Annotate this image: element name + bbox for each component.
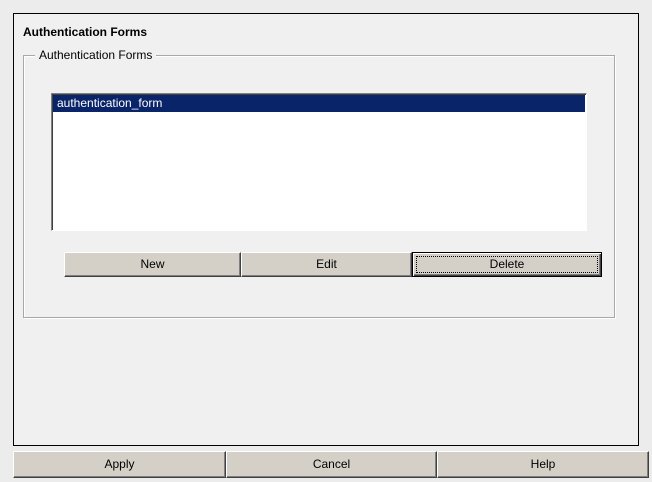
apply-button-label: Apply: [104, 457, 135, 471]
list-item-label: authentication_form: [57, 96, 163, 110]
groupbox-legend: Authentication Forms: [35, 48, 157, 62]
delete-button-label: Delete: [489, 257, 525, 271]
edit-button[interactable]: Edit: [241, 252, 412, 277]
page-title: Authentication Forms: [23, 25, 148, 39]
delete-button[interactable]: Delete: [412, 252, 602, 277]
apply-button[interactable]: Apply: [13, 451, 226, 478]
new-button[interactable]: New: [64, 252, 241, 277]
cancel-button[interactable]: Cancel: [226, 451, 437, 478]
new-button-label: New: [140, 257, 165, 271]
authentication-forms-list[interactable]: authentication_form: [51, 93, 587, 231]
list-item-authentication-form[interactable]: authentication_form: [53, 95, 585, 112]
help-button[interactable]: Help: [437, 451, 649, 478]
cancel-button-label: Cancel: [312, 457, 351, 471]
edit-button-label: Edit: [316, 257, 337, 271]
help-button-label: Help: [530, 457, 556, 471]
